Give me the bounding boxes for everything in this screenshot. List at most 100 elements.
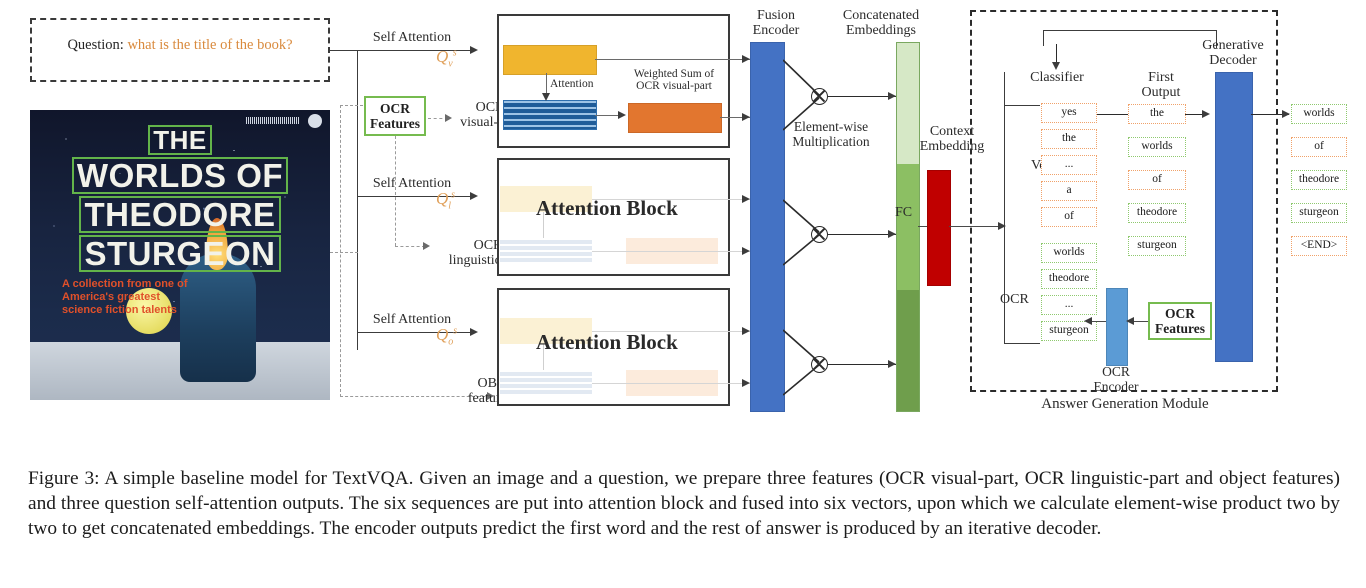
decoder-out-arrow-icon bbox=[1282, 110, 1290, 118]
figure-caption: Figure 3: A simple baseline model for Te… bbox=[28, 468, 1340, 540]
panel2-out-bottom bbox=[592, 251, 750, 252]
elementwise-multiplication-label: Element-wise Multiplication bbox=[792, 119, 870, 149]
classifier-ocr-token[interactable]: worlds bbox=[1041, 243, 1097, 263]
stripe-to-orange-line bbox=[595, 115, 620, 116]
robot-figure bbox=[180, 254, 256, 382]
panel2-stripe-box bbox=[500, 238, 592, 264]
panel2-out-top bbox=[592, 199, 750, 200]
classifier-label: Classifier bbox=[1030, 70, 1084, 85]
q-sub: v bbox=[448, 58, 453, 70]
attention-down-arrow-icon bbox=[542, 93, 550, 101]
panel1-out-top bbox=[595, 59, 750, 60]
attention-block-label-3: Attention Block bbox=[536, 330, 678, 354]
panel3-out-bottom bbox=[592, 383, 750, 384]
branch2-arrow-icon bbox=[470, 192, 478, 200]
decoder-output-token[interactable]: sturgeon bbox=[1291, 203, 1347, 223]
ocr-features-box-right: OCR Features bbox=[1148, 302, 1212, 340]
panel3-stripe-box bbox=[500, 370, 592, 396]
weighted-sum-label: Weighted Sum of OCR visual-part bbox=[633, 68, 715, 93]
q-sup: s bbox=[451, 189, 455, 201]
first-output-to-decoder-arrow-icon bbox=[1202, 110, 1210, 118]
q-symbol-visual: Qvs bbox=[436, 47, 457, 70]
q-letter: Q bbox=[436, 189, 449, 208]
attention-down-line bbox=[546, 73, 547, 94]
classifier-vocab-token[interactable]: yes bbox=[1041, 103, 1097, 123]
cover-title-line: STURGEON bbox=[79, 235, 281, 272]
q-letter: Q bbox=[436, 325, 449, 344]
stripe-to-orange-arrow-icon bbox=[618, 111, 626, 119]
ocr-ling-drop-line bbox=[395, 136, 396, 246]
decoder-output-token[interactable]: theodore bbox=[1291, 170, 1347, 190]
decoder-feedback-top bbox=[1043, 30, 1217, 31]
question-trunk bbox=[357, 50, 358, 350]
branch2-line bbox=[357, 196, 473, 197]
answer-generation-module-title: Answer Generation Module bbox=[1041, 396, 1209, 412]
embedding-segment-3 bbox=[897, 289, 919, 411]
classifier-vocab-token[interactable]: of bbox=[1041, 207, 1097, 227]
mult2-arrow-icon bbox=[888, 230, 896, 238]
ocrfeat-to-encoder-arrow-icon bbox=[1126, 317, 1134, 325]
classifier-ocr-token[interactable]: theodore bbox=[1041, 269, 1097, 289]
embedding-segment-2 bbox=[897, 164, 919, 290]
panel2-arrow-bottom-icon bbox=[742, 247, 750, 255]
first-output-token[interactable]: theodore bbox=[1128, 203, 1186, 223]
q-symbol-object: Qos bbox=[436, 325, 457, 348]
decoder-output-token[interactable]: <END> bbox=[1291, 236, 1347, 256]
decoder-feedback-left bbox=[1043, 30, 1044, 46]
ocr-encoder-bar bbox=[1106, 288, 1128, 366]
ocr-label: OCR bbox=[1000, 292, 1029, 307]
first-output-token[interactable]: sturgeon bbox=[1128, 236, 1186, 256]
generative-decoder-bar bbox=[1215, 72, 1253, 362]
barcode bbox=[246, 117, 300, 124]
fusion-encoder-bar bbox=[750, 42, 785, 412]
image-out-line bbox=[330, 252, 358, 253]
decoder-output-token[interactable]: of bbox=[1291, 137, 1347, 157]
question-feature-gold-box bbox=[503, 45, 597, 75]
concatenated-embeddings-bar bbox=[896, 42, 920, 412]
encoder-to-ocrlist-arrow-icon bbox=[1084, 317, 1092, 325]
cover-title-line: WORLDS OF bbox=[71, 157, 289, 194]
q-sub: o bbox=[448, 336, 454, 348]
ocr-feature-stripe-box bbox=[503, 100, 597, 130]
fusion-encoder-label: Fusion Encoder bbox=[752, 8, 800, 39]
first-output-label: First Output bbox=[1141, 70, 1181, 101]
elementwise-mult-node-2 bbox=[811, 226, 828, 243]
generative-decoder-label: Generative Decoder bbox=[1202, 38, 1264, 69]
first-output-token[interactable]: of bbox=[1128, 170, 1186, 190]
panel3-arrow-top-icon bbox=[742, 327, 750, 335]
figure-diagram: Question: what is the title of the book?… bbox=[0, 0, 1366, 455]
question-label: Question: bbox=[67, 37, 124, 53]
question-value: what is the title of the book? bbox=[127, 37, 293, 53]
first-output-token[interactable]: the bbox=[1128, 104, 1186, 124]
mult1-out-line bbox=[828, 96, 896, 97]
mult2-out-line bbox=[828, 234, 896, 235]
cover-title-line: THEODORE bbox=[79, 196, 281, 233]
decoder-output-token[interactable]: worlds bbox=[1291, 104, 1347, 124]
classifier-feed-bottom bbox=[1004, 343, 1040, 344]
ocr-features-label: OCR Features bbox=[1155, 305, 1205, 336]
concatenated-embeddings-label: Concatenated Embeddings bbox=[842, 8, 920, 39]
classifier-vocab-token[interactable]: ... bbox=[1041, 155, 1097, 175]
branch1-self-attention-label: Self Attention bbox=[372, 30, 452, 45]
ocr-encoder-label: OCR Encoder bbox=[1093, 364, 1139, 394]
fc-label: FC bbox=[895, 205, 913, 220]
panel3-arrow-bottom-icon bbox=[742, 379, 750, 387]
weighted-sum-orange-box bbox=[628, 103, 722, 133]
cover-title-line: THE bbox=[148, 125, 212, 155]
classifier-feed-down bbox=[1004, 226, 1005, 344]
question-text: Question: what is the title of the book? bbox=[30, 37, 330, 54]
q-symbol-linguistic: Qls bbox=[436, 189, 455, 212]
classifier-ocr-token[interactable]: ... bbox=[1041, 295, 1097, 315]
classifier-vocab-token[interactable]: the bbox=[1041, 129, 1097, 149]
panel1-arrow-top-icon bbox=[742, 55, 750, 63]
q-sup: s bbox=[452, 47, 457, 59]
first-output-token[interactable]: worlds bbox=[1128, 137, 1186, 157]
mult3-out-line bbox=[828, 364, 896, 365]
mult1-arrow-icon bbox=[888, 92, 896, 100]
classifier-in-arrow-icon bbox=[1052, 62, 1060, 70]
q-letter: Q bbox=[436, 47, 449, 66]
context-embedding-bar bbox=[927, 170, 951, 286]
classifier-vocab-token[interactable]: a bbox=[1041, 181, 1097, 201]
image-trunk bbox=[340, 105, 341, 397]
cover-title-block: THE WORLDS OF THEODORE STURGEON bbox=[38, 124, 322, 273]
